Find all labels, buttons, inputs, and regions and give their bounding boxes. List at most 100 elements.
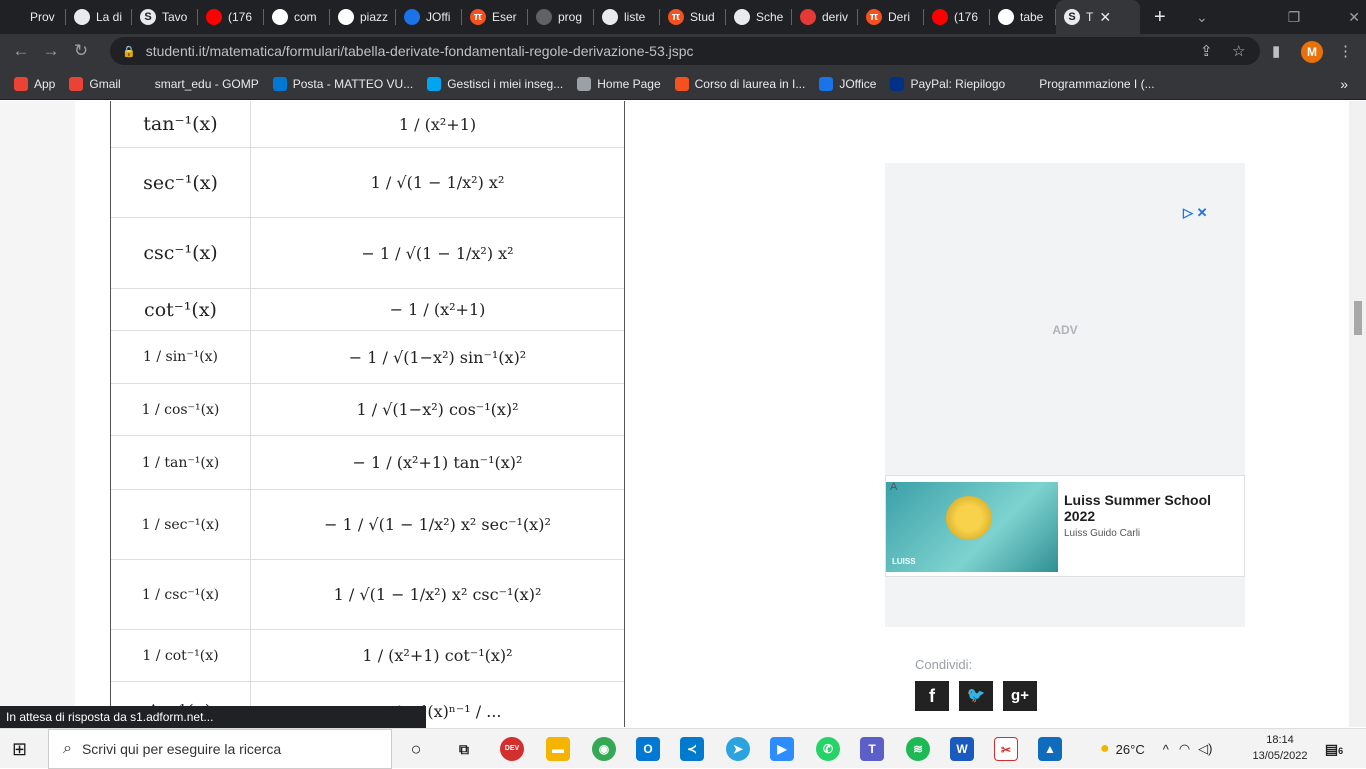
derivative-cell: 1 / √(1 − 1/x²) x² (370, 173, 505, 192)
tab-strip: Prov La di S Tavo (176 com piazz JOffi π Eser prog… (0, 0, 1366, 34)
task-view-icon[interactable]: ⧉ (452, 737, 476, 761)
address-bar[interactable]: 🔒 studenti.it/matematica/formulari/tabel… (110, 37, 1260, 65)
telegram-icon[interactable]: ➤ (726, 737, 750, 761)
file-explorer-icon[interactable]: ▬ (546, 737, 570, 761)
volume-icon[interactable]: ◁) (1198, 741, 1212, 757)
gmail-icon (69, 76, 84, 91)
bookmark-6[interactable]: Corso di laurea in I... (674, 76, 806, 91)
bookmark-1[interactable]: Gmail (69, 76, 121, 91)
outlook-icon[interactable]: O (636, 737, 660, 761)
bookmark-8[interactable]: PayPal: Riepilogo (890, 76, 1006, 91)
forward-icon[interactable]: → (36, 41, 66, 61)
tray-chevron-icon[interactable]: ^ (1163, 742, 1169, 757)
bookmark-label: App (34, 76, 56, 91)
table-row: cot⁻¹(x) − 1 / (x²+1) (111, 289, 624, 331)
tab-9[interactable]: liste (594, 0, 660, 34)
clock[interactable]: 18:14 13/05/2022 (1250, 732, 1310, 764)
whatsapp-icon[interactable]: ✆ (816, 737, 840, 761)
youtube-icon (932, 9, 948, 25)
ad-card[interactable]: LUISS A Luiss Summer School 2022 Luiss G… (885, 475, 1245, 577)
derivative-cell: 1 / (x²+1) (398, 114, 477, 134)
tab-8[interactable]: prog (528, 0, 594, 34)
wifi-icon[interactable]: ◠ (1179, 741, 1190, 757)
tab-11[interactable]: Sche (726, 0, 792, 34)
lock-icon[interactable]: 🔒 (122, 45, 136, 58)
bookmark-7[interactable]: JOffice (819, 76, 876, 91)
bookmark-0[interactable]: App (14, 76, 56, 91)
google-icon (998, 9, 1014, 25)
reload-icon[interactable]: ↻ (66, 41, 96, 61)
bookmark-label: Posta - MATTEO VU... (292, 76, 414, 91)
close-window-icon[interactable]: ✕ (1348, 9, 1360, 26)
tab-3[interactable]: (176 (198, 0, 264, 34)
tab-10[interactable]: π Stud (660, 0, 726, 34)
tab-15[interactable]: tabe (990, 0, 1056, 34)
taskbar-search[interactable]: ⌕ Scrivi qui per eseguire la ricerca (48, 729, 392, 769)
bookmark-3[interactable]: Posta - MATTEO VU... (272, 76, 414, 91)
profile-avatar[interactable]: M (1301, 41, 1323, 63)
bookmark-4[interactable]: Gestisci i miei inseg... (427, 76, 563, 91)
tab-0[interactable]: Prov (0, 0, 66, 34)
spotify-icon[interactable]: ≋ (906, 737, 930, 761)
bookmarks-overflow-icon[interactable]: » (1340, 76, 1348, 92)
tab-5[interactable]: piazz (330, 0, 396, 34)
joffice-icon (819, 76, 834, 91)
tab-12[interactable]: deriv (792, 0, 858, 34)
page-content: tan⁻¹(x) 1 / (x²+1) sec⁻¹(x) 1 / √(1 − 1/x²… (0, 101, 1349, 727)
ad-image[interactable]: LUISS (886, 482, 1058, 572)
windows-start-icon[interactable]: ⊞ (12, 739, 27, 760)
tab-4[interactable]: com (264, 0, 330, 34)
bookmark-9[interactable]: Programmazione I (... (1019, 76, 1155, 91)
back-icon[interactable]: ← (6, 41, 36, 61)
menu-icon[interactable]: ⋮ (1338, 42, 1353, 60)
scrollbar-thumb[interactable] (1354, 301, 1362, 335)
teams-icon[interactable]: T (860, 737, 884, 761)
tab-1[interactable]: La di (66, 0, 132, 34)
google-icon (338, 9, 354, 25)
temperature[interactable]: 26°C (1116, 742, 1145, 757)
facebook-share-button[interactable]: f (915, 681, 949, 711)
gplus-share-button[interactable]: g+ (1003, 681, 1037, 711)
tab-title: liste (624, 10, 646, 24)
tab-16[interactable]: S T ✕ (1056, 0, 1140, 34)
clock-time: 18:14 (1266, 734, 1294, 746)
table-row: 1 / sin⁻¹(x) − 1 / √(1−x²) sin⁻¹(x)² (111, 331, 624, 384)
ad-card-title[interactable]: Luiss Summer School 2022 (1064, 492, 1244, 524)
tab-7[interactable]: π Eser (462, 0, 528, 34)
tab-6[interactable]: JOffi (396, 0, 462, 34)
bookmark-label: Corso di laurea in I... (694, 76, 806, 91)
word-icon[interactable]: W (950, 737, 974, 761)
twitter-share-button[interactable]: 🐦 (959, 681, 993, 711)
tab-13[interactable]: π Deri (858, 0, 924, 34)
search-icon: ⌕ (63, 740, 72, 757)
side-panel-icon[interactable]: ▮ (1272, 42, 1280, 60)
restore-window-icon[interactable]: ❐ (1288, 9, 1301, 26)
notifications-icon[interactable]: ▤6 (1322, 737, 1346, 761)
bookmark-2[interactable]: smart_edu - GOMP (134, 76, 259, 91)
table-row: 1 / tan⁻¹(x) − 1 / (x²+1) tan⁻¹(x)² (111, 436, 624, 490)
tab-search-icon[interactable]: ⌄ (1196, 9, 1208, 26)
tab-2[interactable]: S Tavo (132, 0, 198, 34)
new-tab-button[interactable]: + (1154, 6, 1166, 29)
devcpp-icon[interactable]: DEV (500, 737, 524, 761)
bookmark-star-icon[interactable]: ☆ (1232, 42, 1245, 60)
adchoices-close-icon[interactable]: ▷ ✕ (1183, 205, 1208, 221)
bookmark-label: PayPal: Riepilogo (910, 76, 1006, 91)
snip-icon[interactable]: ✂ (994, 737, 1018, 761)
browser-toolbar: ← → ↻ 🔒 studenti.it/matematica/formulari… (0, 34, 1366, 68)
tab-14[interactable]: (176 (924, 0, 990, 34)
table-row: csc⁻¹(x) − 1 / √(1 − 1/x²) x² (111, 218, 624, 289)
close-tab-icon[interactable]: ✕ (1099, 9, 1111, 26)
vscode-icon[interactable]: ≺ (680, 737, 704, 761)
zoom-icon[interactable]: ▶ (770, 737, 794, 761)
share-icon[interactable]: ⇪ (1200, 42, 1213, 60)
page-scrollbar[interactable] (1349, 101, 1366, 727)
cortana-icon[interactable]: ○ (404, 737, 428, 761)
globe-icon (602, 9, 618, 25)
weather-icon[interactable]: ● (1100, 740, 1110, 758)
bookmark-5[interactable]: Home Page (577, 76, 661, 91)
chrome-icon[interactable]: ◉ (592, 737, 616, 761)
photos-icon[interactable]: ▲ (1038, 737, 1062, 761)
tab-title: T (1086, 10, 1094, 24)
url-text[interactable]: studenti.it/matematica/formulari/tabella… (146, 43, 694, 59)
